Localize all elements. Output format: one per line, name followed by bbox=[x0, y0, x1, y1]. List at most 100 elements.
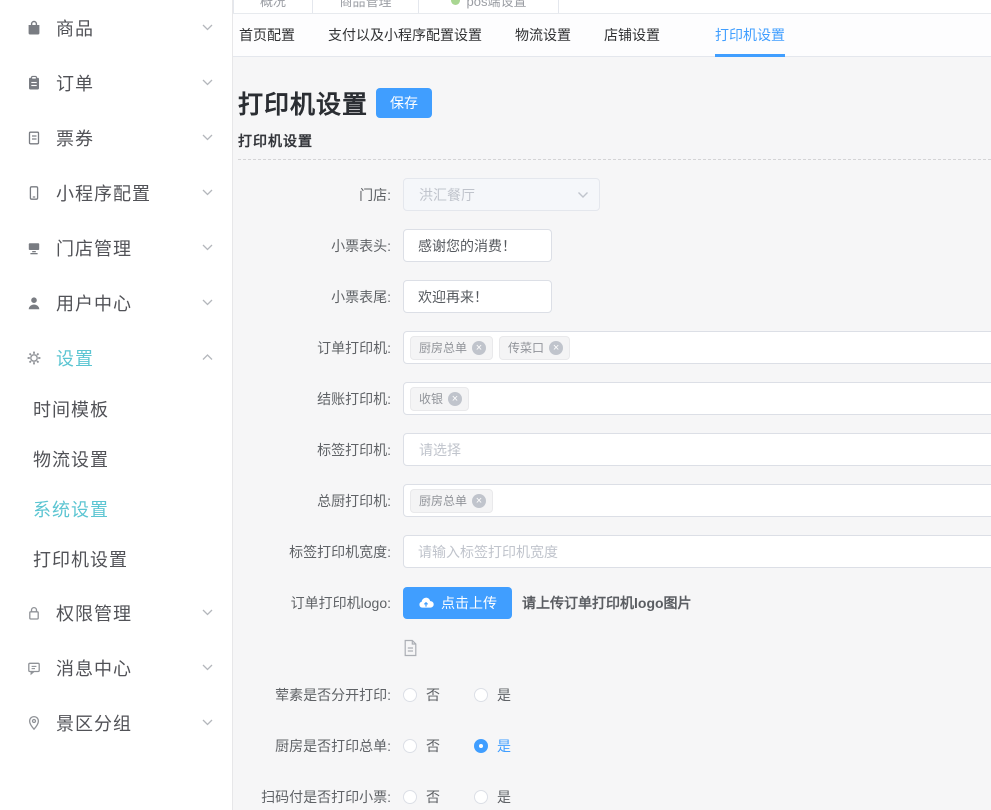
ticket-icon bbox=[24, 128, 44, 148]
radio-checked-icon bbox=[474, 739, 488, 753]
radio-label: 是 bbox=[497, 685, 511, 705]
chevron-down-icon bbox=[202, 719, 214, 727]
tab-label: 支付以及小程序配置设置 bbox=[328, 25, 482, 45]
tag: 收银× bbox=[410, 387, 469, 411]
sidebar-subitem-logistics[interactable]: 物流设置 bbox=[0, 435, 232, 485]
cloud-upload-icon bbox=[418, 596, 434, 609]
label-printer-label: 标签打印机: bbox=[238, 440, 403, 460]
sidebar-item-tickets[interactable]: 票券 bbox=[0, 110, 232, 165]
radio-icon bbox=[403, 790, 417, 804]
sidebar-subitem-printer-settings[interactable]: 打印机设置 bbox=[0, 535, 232, 585]
receipt-header-input[interactable] bbox=[403, 229, 552, 262]
upload-hint: 请上传订单打印机logo图片 bbox=[522, 593, 692, 613]
chevron-down-icon bbox=[202, 189, 214, 197]
sidebar-item-label: 订单 bbox=[56, 70, 202, 96]
label-printer-select[interactable]: 请选择 bbox=[403, 433, 991, 466]
store-label: 门店: bbox=[238, 185, 403, 205]
sidebar-item-orders[interactable]: 订单 bbox=[0, 55, 232, 110]
store-select-value: 洪汇餐厅 bbox=[419, 185, 577, 205]
sidebar-item-label: 设置 bbox=[56, 345, 202, 371]
sidebar-subitem-label: 时间模板 bbox=[33, 400, 109, 420]
upload-button[interactable]: 点击上传 bbox=[403, 587, 512, 619]
sidebar-item-permissions[interactable]: 权限管理 bbox=[0, 585, 232, 640]
order-printer-select[interactable]: 厨房总单× 传菜口× bbox=[403, 331, 991, 364]
top-card-tabs: 概况 商品管理 pos端设置 bbox=[233, 0, 991, 14]
tab-printer-settings[interactable]: 打印机设置 bbox=[715, 14, 785, 56]
logo-label: 订单打印机logo: bbox=[238, 593, 403, 613]
radio-label: 否 bbox=[426, 736, 440, 756]
label-width-input[interactable] bbox=[403, 535, 991, 568]
scan-pay-print-label: 扫码付是否打印小票: bbox=[238, 787, 403, 807]
tag: 厨房总单 × bbox=[410, 336, 493, 360]
sidebar-item-label: 商品 bbox=[56, 15, 202, 41]
tag-close-icon[interactable]: × bbox=[472, 494, 486, 508]
tag-label: 厨房总单 bbox=[419, 339, 467, 356]
tab-label: 店铺设置 bbox=[604, 25, 660, 45]
sidebar-item-miniprogram[interactable]: 小程序配置 bbox=[0, 165, 232, 220]
tab-home-config[interactable]: 首页配置 bbox=[239, 14, 295, 56]
green-dot-icon bbox=[451, 0, 460, 5]
tag-close-icon[interactable]: × bbox=[549, 341, 563, 355]
tab-shop-settings[interactable]: 店铺设置 bbox=[604, 14, 660, 56]
top-tab-overview[interactable]: 概况 bbox=[233, 0, 313, 14]
top-tab-label: 商品管理 bbox=[339, 0, 391, 10]
phone-icon bbox=[24, 183, 44, 203]
chevron-down-icon bbox=[202, 664, 214, 672]
top-tab-label: pos端设置 bbox=[467, 0, 527, 10]
settings-tabbar: 首页配置 支付以及小程序配置设置 物流设置 店铺设置 打印机设置 bbox=[233, 14, 991, 57]
tag-close-icon[interactable]: × bbox=[472, 341, 486, 355]
sidebar-item-label: 小程序配置 bbox=[56, 180, 202, 206]
chevron-down-icon bbox=[202, 244, 214, 252]
uploaded-file-icon[interactable] bbox=[403, 639, 418, 657]
sidebar-subitem-system-settings[interactable]: 系统设置 bbox=[0, 485, 232, 535]
kitchen-total-radio-no[interactable]: 否 bbox=[403, 736, 440, 756]
store-select[interactable]: 洪汇餐厅 bbox=[403, 178, 600, 211]
radio-icon bbox=[474, 688, 488, 702]
sidebar-item-label: 用户中心 bbox=[56, 290, 202, 316]
message-icon bbox=[24, 658, 44, 678]
sidebar-subitem-label: 系统设置 bbox=[33, 500, 109, 520]
tab-logistics-settings[interactable]: 物流设置 bbox=[515, 14, 571, 56]
kitchen-total-radio-yes[interactable]: 是 bbox=[474, 736, 511, 756]
chevron-up-icon bbox=[202, 354, 214, 362]
radio-icon bbox=[403, 688, 417, 702]
sidebar-item-stores[interactable]: 门店管理 bbox=[0, 220, 232, 275]
tab-label: 首页配置 bbox=[239, 25, 295, 45]
sidebar-subitem-label: 物流设置 bbox=[33, 450, 109, 470]
save-button[interactable]: 保存 bbox=[376, 88, 432, 118]
tag: 厨房总单 × bbox=[410, 489, 493, 513]
tag-close-icon[interactable]: × bbox=[448, 392, 462, 406]
chevron-down-icon bbox=[202, 134, 214, 142]
tag-label: 厨房总单 bbox=[419, 492, 467, 509]
top-tab-goods-management[interactable]: 商品管理 bbox=[313, 0, 419, 14]
top-tab-pos-settings[interactable]: pos端设置 bbox=[419, 0, 559, 14]
tab-payment-miniprogram-config[interactable]: 支付以及小程序配置设置 bbox=[328, 14, 482, 56]
app-window: 商品 订单 票券 小程序配置 bbox=[0, 0, 991, 810]
checkout-printer-label: 结账打印机: bbox=[238, 389, 403, 409]
sidebar-subitem-label: 打印机设置 bbox=[33, 550, 128, 570]
sidebar-item-scenic-groups[interactable]: 景区分组 bbox=[0, 695, 232, 750]
sidebar-item-messages[interactable]: 消息中心 bbox=[0, 640, 232, 695]
pin-icon bbox=[24, 713, 44, 733]
receipt-footer-input[interactable] bbox=[403, 280, 552, 313]
scan-pay-radio-no[interactable]: 否 bbox=[403, 787, 440, 807]
sidebar-item-usercenter[interactable]: 用户中心 bbox=[0, 275, 232, 330]
checkout-printer-select[interactable]: 收银× bbox=[403, 382, 991, 415]
meat-veg-radio-yes[interactable]: 是 bbox=[474, 685, 511, 705]
sidebar-item-settings[interactable]: 设置 bbox=[0, 330, 232, 385]
radio-label: 是 bbox=[497, 736, 511, 756]
scan-pay-radio-yes[interactable]: 是 bbox=[474, 787, 511, 807]
chevron-down-icon bbox=[202, 79, 214, 87]
top-tab-label: 概况 bbox=[260, 0, 286, 10]
label-width-label: 标签打印机宽度: bbox=[238, 542, 403, 562]
sidebar-item-goods[interactable]: 商品 bbox=[0, 0, 232, 55]
chef-printer-select[interactable]: 厨房总单 × bbox=[403, 484, 991, 517]
chef-printer-label: 总厨打印机: bbox=[238, 491, 403, 511]
meat-veg-radio-no[interactable]: 否 bbox=[403, 685, 440, 705]
radio-icon bbox=[474, 790, 488, 804]
lock-icon bbox=[24, 603, 44, 623]
sidebar-subitem-time-template[interactable]: 时间模板 bbox=[0, 385, 232, 435]
tab-label: 打印机设置 bbox=[715, 25, 785, 45]
gear-icon bbox=[24, 348, 44, 368]
clipboard-icon bbox=[24, 73, 44, 93]
